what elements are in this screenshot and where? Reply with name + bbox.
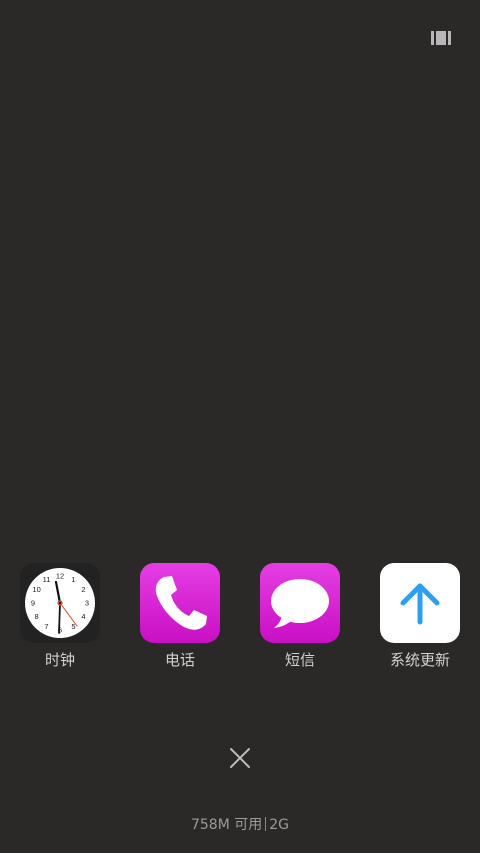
messages-icon	[260, 563, 340, 643]
clock-number-9: 9	[31, 599, 35, 608]
phone-icon	[140, 563, 220, 643]
app-label: 短信	[284, 651, 315, 669]
app-phone[interactable]: 电话	[125, 563, 235, 673]
system-update-icon	[380, 563, 460, 643]
clock-number-12: 12	[56, 572, 64, 581]
clock-number-2: 2	[81, 585, 85, 594]
memory-separator	[265, 817, 267, 831]
clock-icon: 12 1 2 3 4 5 6 7 8 9 10 11	[20, 563, 100, 643]
app-label: 系统更新	[389, 651, 450, 669]
memory-status: 758M 可用 2G	[0, 815, 480, 835]
app-messages[interactable]: 短信	[245, 563, 355, 673]
clock-number-7: 7	[44, 622, 48, 631]
clock-number-4: 4	[81, 612, 85, 621]
clock-number-8: 8	[35, 612, 39, 621]
memory-available: 758M 可用	[190, 817, 263, 833]
close-icon[interactable]	[226, 744, 254, 772]
clock-number-3: 3	[85, 599, 89, 608]
app-system-update[interactable]: 系统更新	[365, 563, 475, 673]
app-clock[interactable]: 12 1 2 3 4 5 6 7 8 9 10 11 时钟	[5, 563, 115, 673]
app-label: 时钟	[44, 651, 75, 669]
recent-apps-row: 12 1 2 3 4 5 6 7 8 9 10 11 时钟	[0, 563, 480, 673]
app-label: 电话	[164, 651, 195, 669]
memory-total: 2G	[269, 817, 290, 833]
view-mode-toggle-icon[interactable]	[430, 30, 452, 46]
clock-number-10: 10	[32, 585, 40, 594]
clock-number-11: 11	[43, 575, 51, 584]
clock-number-1: 1	[71, 575, 75, 584]
